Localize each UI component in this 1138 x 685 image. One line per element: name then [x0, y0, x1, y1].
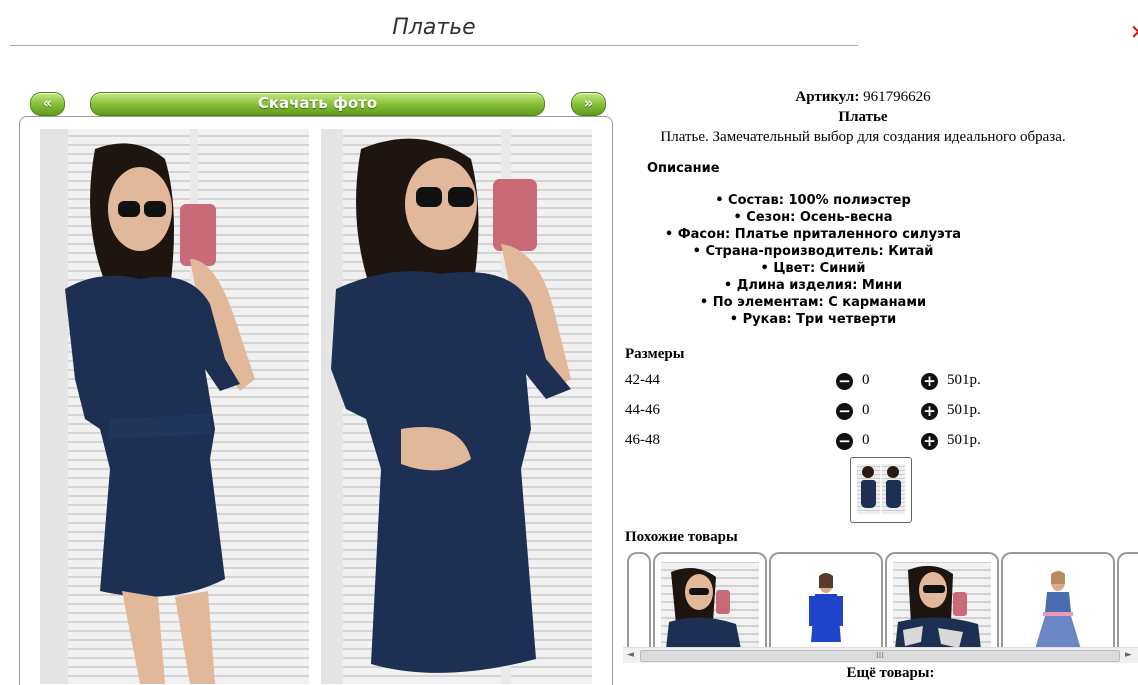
- product-short-description: Платье. Замечательный выбор для создания…: [660, 129, 1066, 145]
- spec-item: • По элементам: С карманами: [699, 295, 927, 310]
- size-row: 44-46 − 0 + 501р.: [625, 402, 1045, 422]
- product-image: [893, 562, 991, 647]
- similar-product-card[interactable]: [885, 552, 999, 647]
- similar-product-card[interactable]: [653, 552, 767, 647]
- article-label: Артикул:: [795, 89, 860, 105]
- size-label: 44-46: [625, 402, 660, 418]
- scroll-right-icon[interactable]: ►: [1121, 648, 1136, 663]
- article-line: Артикул: 961796626: [618, 89, 1108, 106]
- minus-circle-icon[interactable]: −: [836, 433, 853, 450]
- spec-item: • Рукав: Три четверти: [729, 312, 897, 327]
- minus-circle-icon[interactable]: −: [836, 403, 853, 420]
- size-qty: 0: [862, 402, 870, 418]
- model-photo-illustration: [666, 568, 741, 647]
- spec-item: • Сезон: Осень-весна: [733, 210, 893, 225]
- product-image: [661, 562, 759, 647]
- size-label: 42-44: [625, 372, 660, 388]
- spec-item: • Страна-производитель: Китай: [692, 244, 934, 259]
- spec-item: • Состав: 100% полиэстер: [715, 193, 911, 208]
- model-photo-illustration: [895, 565, 981, 647]
- size-row: 42-44 − 0 + 501р.: [625, 372, 1045, 392]
- page-title: Платье: [392, 15, 476, 40]
- carousel-scrollbar[interactable]: ◄ III ►: [623, 647, 1138, 663]
- model-photo-illustration: [40, 129, 255, 684]
- spec-item: • Длина изделия: Мини: [723, 278, 903, 293]
- plus-circle-icon[interactable]: +: [921, 373, 938, 390]
- thumbnail-image: [857, 464, 880, 514]
- photo-thumbnail[interactable]: [850, 457, 912, 523]
- product-name: Платье: [838, 109, 888, 125]
- plus-circle-icon[interactable]: +: [921, 433, 938, 450]
- title-divider: [10, 45, 858, 46]
- model-photo-illustration: [809, 573, 843, 642]
- size-price: 501р.: [947, 432, 981, 448]
- size-price: 501р.: [947, 372, 981, 388]
- spec-item: • Цвет: Синий: [760, 261, 866, 276]
- size-label: 46-48: [625, 432, 660, 448]
- model-photo-illustration: [321, 129, 571, 684]
- close-icon[interactable]: ✕: [1130, 20, 1138, 44]
- scrollbar-thumb[interactable]: III: [640, 650, 1120, 662]
- product-photo-right[interactable]: [321, 129, 592, 684]
- product-image: [1009, 562, 1107, 647]
- download-photo-button[interactable]: Скачать фото: [90, 92, 545, 116]
- description-heading: Описание: [647, 161, 720, 176]
- plus-circle-icon[interactable]: +: [921, 403, 938, 420]
- size-qty: 0: [862, 372, 870, 388]
- product-photo-left[interactable]: [40, 129, 309, 684]
- minus-circle-icon[interactable]: −: [836, 373, 853, 390]
- similar-product-card[interactable]: [1001, 552, 1115, 647]
- scroll-left-icon[interactable]: ◄: [623, 648, 638, 663]
- similar-heading: Похожие товары: [625, 529, 738, 545]
- similar-product-card[interactable]: [627, 552, 651, 647]
- similar-product-card[interactable]: [769, 552, 883, 647]
- size-price: 501р.: [947, 402, 981, 418]
- model-photo-illustration: [1035, 571, 1081, 647]
- article-value: 961796626: [863, 89, 931, 105]
- similar-products-carousel: [623, 552, 1138, 647]
- spec-item: • Фасон: Платье приталенного силуэта: [664, 227, 962, 242]
- size-row: 46-48 − 0 + 501р.: [625, 432, 1045, 452]
- more-products-heading: Ещё товары:: [846, 665, 935, 681]
- next-photo-button[interactable]: »: [571, 92, 606, 116]
- prev-photo-button[interactable]: «: [30, 92, 65, 116]
- sizes-heading: Размеры: [625, 346, 685, 362]
- spec-list: • Состав: 100% полиэстер • Сезон: Осень-…: [618, 192, 1008, 328]
- product-image: [777, 562, 875, 647]
- size-qty: 0: [862, 432, 870, 448]
- similar-product-card[interactable]: [1117, 552, 1138, 647]
- thumbnail-image: [882, 464, 905, 514]
